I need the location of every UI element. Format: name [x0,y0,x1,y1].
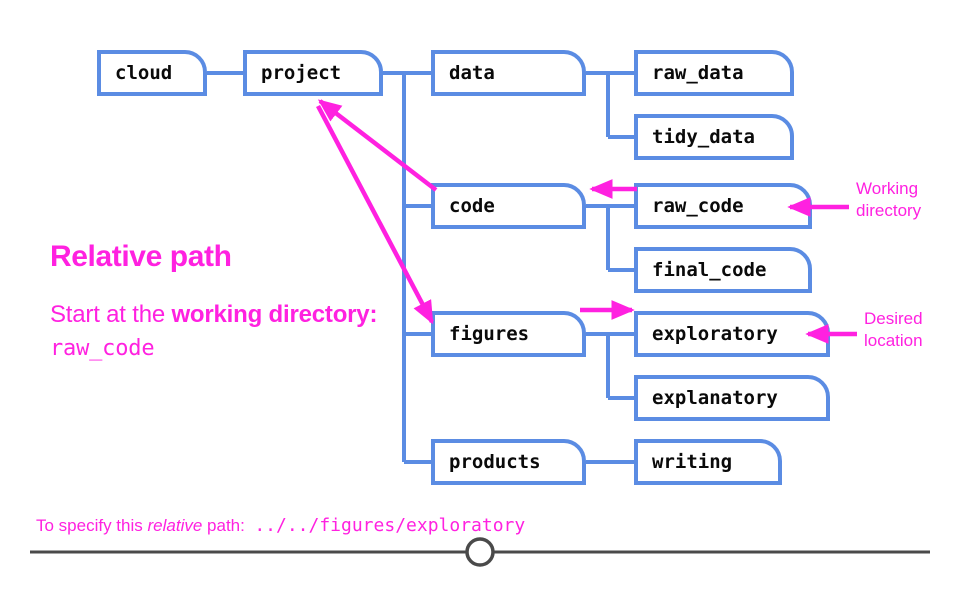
folder-node-code[interactable]: code [431,183,586,229]
folder-label: final_code [652,259,767,281]
note-working-directory: Working directory [856,178,960,222]
caption-italic: relative [147,516,203,535]
folder-node-raw-data[interactable]: raw_data [634,50,794,96]
folder-node-figures[interactable]: figures [431,311,586,357]
folder-node-tidy-data[interactable]: tidy_data [634,114,794,160]
divider-circle-marker [465,537,495,567]
folder-label: data [449,62,495,84]
folder-node-writing[interactable]: writing [634,439,782,485]
folder-node-data[interactable]: data [431,50,586,96]
note-desired-location: Desired location [864,308,960,352]
arrow-project-to-figures [316,104,434,325]
note-working-directory-line2: directory [856,201,922,220]
caption-mid: path: [202,516,250,535]
folder-label: explanatory [652,387,778,409]
slide-canvas: cloud project data raw_data tidy_data co… [0,0,960,600]
folder-node-project[interactable]: project [243,50,383,96]
note-desired-location-line2: location [864,331,923,350]
page-title: Relative path [50,240,232,273]
folder-label: tidy_data [652,126,755,148]
instruction-text: Start at the working directory: raw_code [50,298,380,365]
folder-node-cloud[interactable]: cloud [97,50,207,96]
arrow-code-to-project [317,99,438,192]
folder-node-final-code[interactable]: final_code [634,247,812,293]
instruction-mono-value: raw_code [50,336,155,361]
folder-label: project [261,62,342,84]
folder-label: products [449,451,541,473]
folder-label: raw_code [652,195,744,217]
folder-node-exploratory[interactable]: exploratory [634,311,830,357]
caption-path-value: ../../figures/exploratory [254,515,526,536]
note-working-directory-line1: Working [856,179,919,198]
folder-label: code [449,195,495,217]
instruction-bold: working directory: [171,301,378,328]
folder-label: writing [652,451,733,473]
note-desired-location-line1: Desired [864,309,923,328]
caption-prefix: To specify this [36,516,148,535]
folder-label: cloud [115,62,173,84]
relative-path-caption: To specify this relative path: ../../fig… [36,515,525,536]
folder-node-products[interactable]: products [431,439,586,485]
folder-label: exploratory [652,323,778,345]
folder-node-explanatory[interactable]: explanatory [634,375,830,421]
instruction-prefix: Start at the [50,301,172,328]
folder-label: raw_data [652,62,744,84]
folder-label: figures [449,323,530,345]
folder-node-raw-code[interactable]: raw_code [634,183,812,229]
